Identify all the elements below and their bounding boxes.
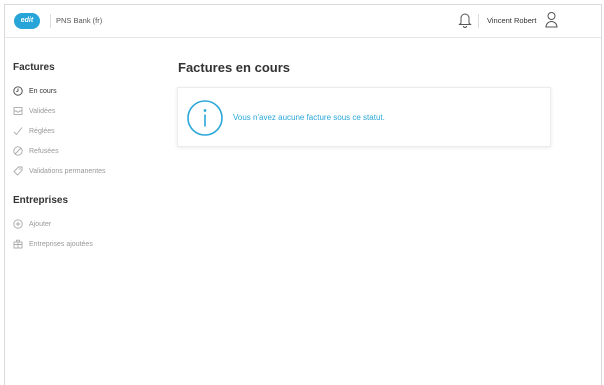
sidebar-item-reglees[interactable]: Réglées [13,121,163,141]
sidebar: Factures En cours Validées Réglées Refus… [13,60,163,254]
cancel-icon [13,146,23,156]
empty-state-card: Vous n'avez aucune facture sous ce statu… [177,87,551,147]
sidebar-item-label: Validées [29,107,56,115]
page-title: Factures en cours [178,60,290,75]
building-icon [13,239,23,249]
bell-icon[interactable] [458,11,472,28]
sidebar-item-label: Entreprises ajoutées [29,240,93,248]
empty-state-message: Vous n'avez aucune facture sous ce statu… [233,113,385,122]
sidebar-section-entreprises: Entreprises [13,195,69,206]
bank-selector[interactable]: PNS Bank (fr) [56,16,102,25]
user-icon[interactable] [545,11,558,28]
sidebar-item-label: Validations permanentes [29,167,106,175]
sidebar-item-label: Réglées [29,127,55,135]
user-name[interactable]: Vincent Robert [487,16,536,25]
plus-circle-icon [13,219,23,229]
sidebar-item-entreprises-ajoutees[interactable]: Entreprises ajoutées [13,234,163,254]
clock-icon [13,86,23,96]
tag-icon [13,166,23,176]
info-icon [187,100,223,136]
header-divider [478,14,479,28]
header-divider [50,14,51,28]
sidebar-item-en-cours[interactable]: En cours [13,81,163,101]
sidebar-item-ajouter[interactable]: Ajouter [13,214,163,234]
sidebar-item-validations-permanentes[interactable]: Validations permanentes [13,161,163,181]
sidebar-item-refusees[interactable]: Refusées [13,141,163,161]
sidebar-item-label: Refusées [29,147,59,155]
sidebar-item-validees[interactable]: Validées [13,101,163,121]
sidebar-item-label: Ajouter [29,220,52,228]
sidebar-section-factures: Factures [13,62,55,73]
check-icon [13,127,23,136]
sidebar-item-label: En cours [29,87,57,95]
top-bar: edit PNS Bank (fr) Vincent Robert [5,5,601,38]
inbox-icon [13,107,23,115]
app-logo[interactable]: edit [14,13,40,29]
